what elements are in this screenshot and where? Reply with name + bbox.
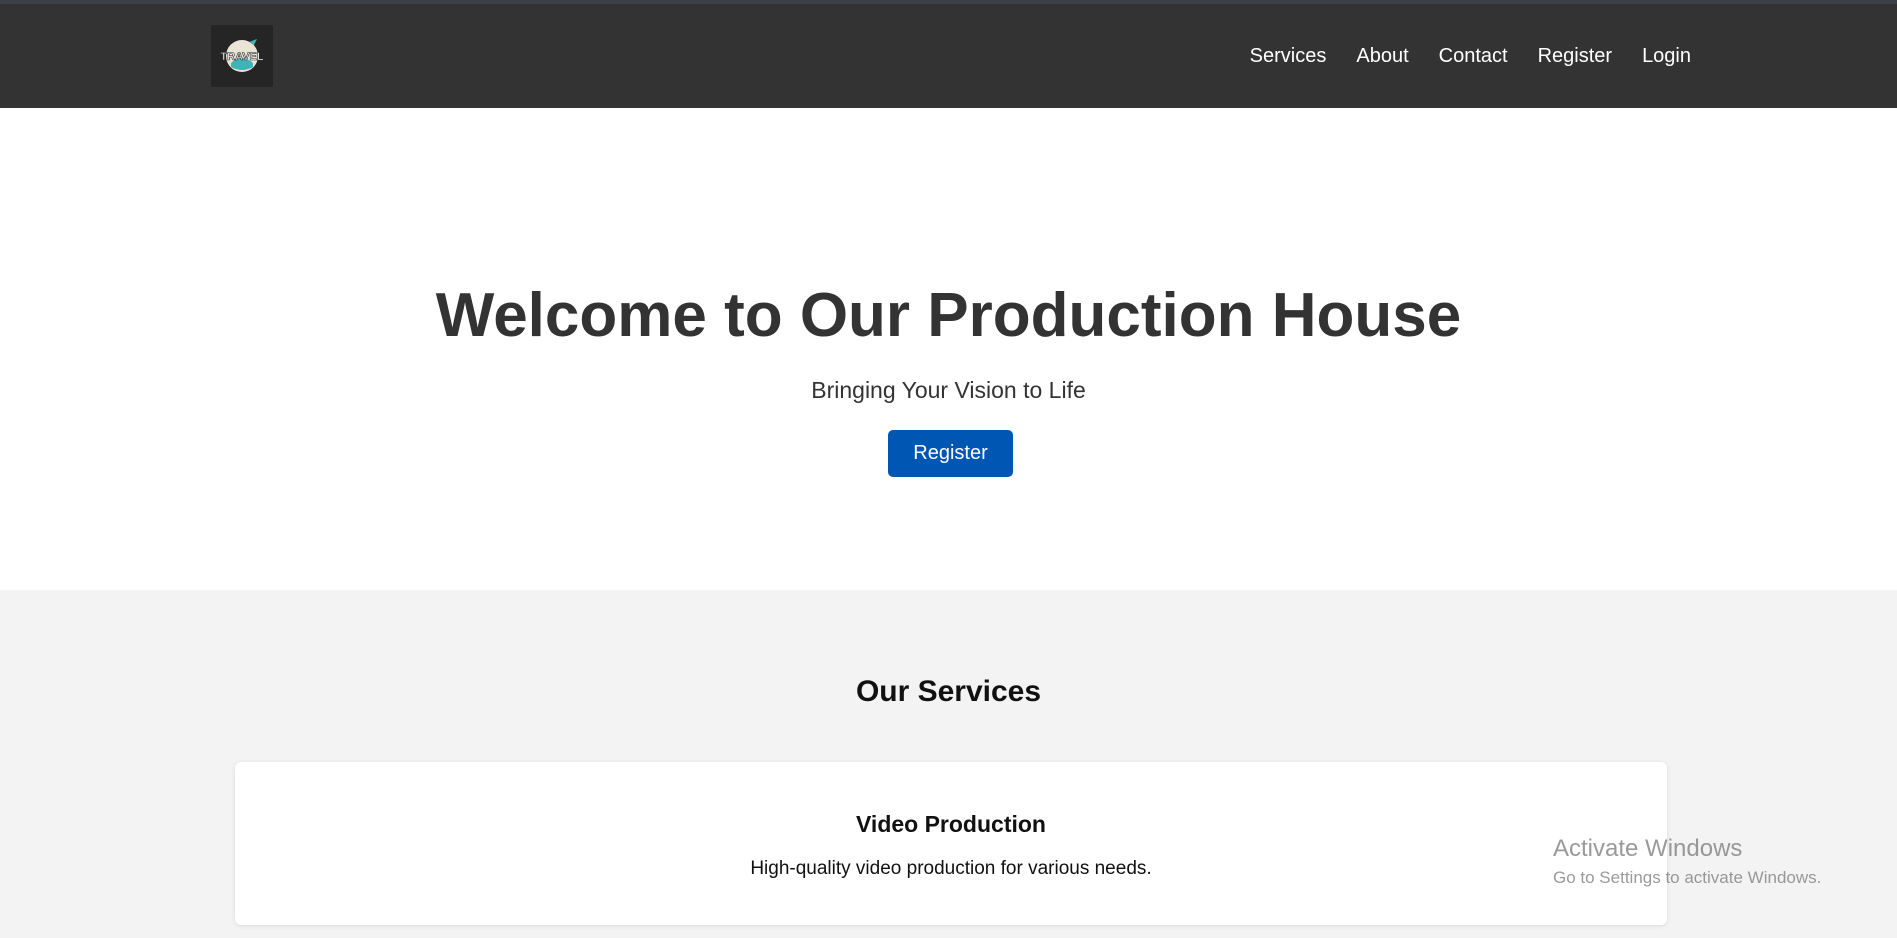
watermark-title: Activate Windows [1553, 835, 1743, 862]
nav-link-contact[interactable]: Contact [1439, 44, 1508, 68]
service-card: Video Production High-quality video prod… [235, 762, 1667, 925]
logo-text: TRAVEL [220, 51, 263, 63]
services-title: Our Services [855, 675, 1042, 708]
service-card-title: Video Production [856, 811, 1046, 837]
navbar: TRAVEL Services About Contact Register L… [0, 4, 1897, 108]
watermark-subtitle: Go to Settings to activate Windows. [1553, 868, 1822, 887]
nav-link-login[interactable]: Login [1642, 44, 1691, 68]
hero-subtitle: Bringing Your Vision to Life [811, 377, 1086, 403]
nav-menu: Services About Contact Register Login [1250, 4, 1691, 108]
hero-section: Welcome to Our Production House Bringing… [0, 108, 1897, 590]
activate-windows-watermark: Activate Windows Go to Settings to activ… [1553, 834, 1873, 890]
nav-link-about[interactable]: About [1356, 44, 1408, 68]
nav-link-services[interactable]: Services [1250, 44, 1327, 68]
hero-register-button[interactable]: Register [888, 430, 1013, 477]
nav-link-register[interactable]: Register [1538, 44, 1612, 68]
service-card-description: High-quality video production for variou… [750, 858, 1152, 879]
logo[interactable]: TRAVEL [211, 25, 273, 87]
hero-title: Welcome to Our Production House [435, 281, 1462, 350]
travel-logo-icon: TRAVEL [220, 39, 264, 72]
